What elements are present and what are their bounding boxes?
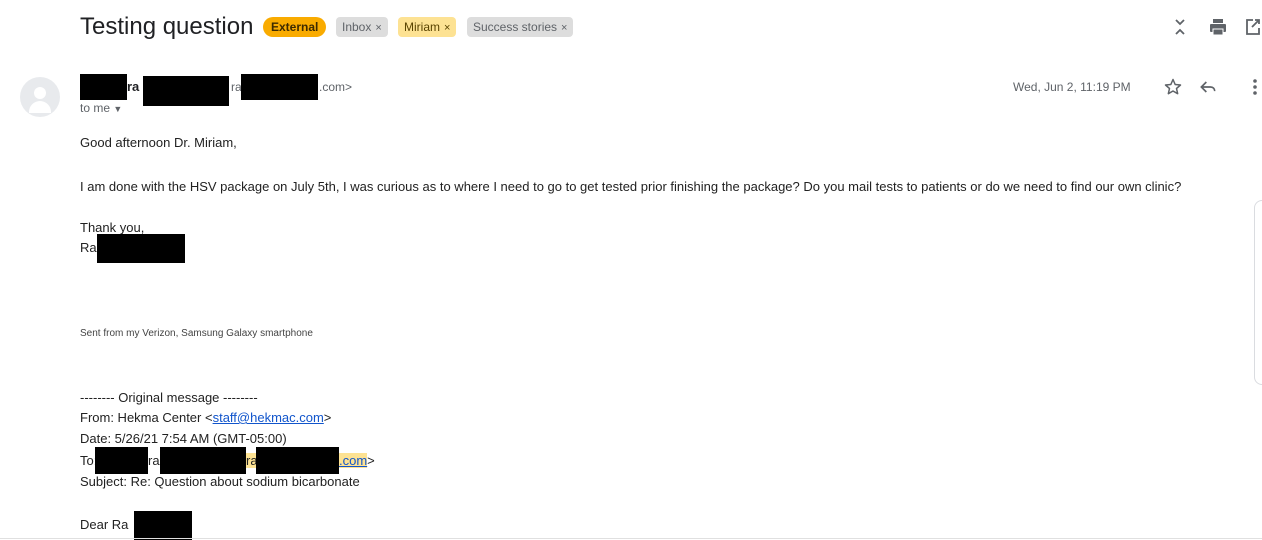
redaction-block: [95, 447, 148, 474]
recipient-label: to me: [80, 101, 111, 115]
divider: [0, 538, 1262, 539]
device-signature: Sent from my Verizon, Samsung Galaxy sma…: [80, 328, 313, 339]
quoted-from-line: From: Hekma Center <staff@hekmac.com>: [80, 410, 331, 425]
redaction-block: [143, 76, 229, 106]
quoted-to-suffix: >: [367, 453, 375, 468]
original-message-separator: -------- Original message --------: [80, 390, 258, 405]
body-paragraph: I am done with the HSV package on July 5…: [80, 179, 1182, 194]
redaction-block: [256, 447, 339, 474]
email-subject: Testing question: [80, 13, 254, 40]
redaction-block: [160, 447, 246, 474]
avatar-head: [34, 87, 46, 99]
redaction-block: [134, 511, 192, 540]
side-panel-card: [1254, 200, 1262, 385]
quoted-to-fragment: ra: [148, 453, 160, 468]
label-inbox-text: Inbox: [342, 20, 372, 34]
label-external: External: [263, 17, 327, 37]
body-closing: Thank you,: [80, 220, 145, 235]
remove-label-miriam-icon[interactable]: ×: [444, 22, 450, 34]
redaction-block: [97, 234, 185, 263]
remove-label-success-stories-icon[interactable]: ×: [561, 22, 567, 34]
label-success-stories-text: Success stories: [473, 20, 558, 34]
label-miriam[interactable]: Miriam ×: [398, 17, 457, 37]
label-miriam-text: Miriam: [404, 20, 440, 34]
remove-label-inbox-icon[interactable]: ×: [375, 22, 381, 34]
message-date: Wed, Jun 2, 11:19 PM: [1013, 80, 1131, 94]
quoted-to-suffix-line: .com>: [339, 453, 375, 468]
star-icon[interactable]: [1163, 77, 1183, 101]
quoted-subject-line: Subject: Re: Question about sodium bicar…: [80, 474, 360, 489]
avatar-body: [29, 101, 51, 113]
chevron-down-icon[interactable]: ▼: [113, 104, 122, 114]
reply-icon[interactable]: [1198, 77, 1218, 101]
recipient-toggle[interactable]: to me ▼: [80, 101, 122, 115]
redaction-block: [80, 74, 127, 100]
quoted-from-prefix: From: Hekma Center <: [80, 410, 213, 425]
quoted-from-email-link[interactable]: staff@hekmac.com: [213, 410, 324, 425]
redaction-block: [241, 74, 318, 100]
sender-avatar[interactable]: [20, 77, 60, 117]
sender-name: ra: [127, 79, 140, 94]
quoted-to-email-link[interactable]: .com: [339, 453, 368, 468]
body-greeting: Good afternoon Dr. Miriam,: [80, 135, 237, 150]
body-signature: Ra: [80, 240, 97, 255]
expand-collapse-icon[interactable]: [1170, 17, 1190, 41]
more-options-icon[interactable]: [1248, 77, 1262, 101]
label-success-stories[interactable]: Success stories ×: [467, 17, 574, 37]
print-icon[interactable]: [1207, 17, 1229, 41]
sender-email-suffix: .com>: [319, 80, 353, 94]
quoted-salutation: Dear Ra: [80, 517, 129, 532]
quoted-date-line: Date: 5/26/21 7:54 AM (GMT-05:00): [80, 431, 287, 446]
label-external-text: External: [271, 20, 319, 34]
label-inbox[interactable]: Inbox ×: [336, 17, 388, 37]
quoted-from-suffix: >: [323, 410, 332, 425]
open-new-window-icon[interactable]: [1244, 17, 1262, 41]
